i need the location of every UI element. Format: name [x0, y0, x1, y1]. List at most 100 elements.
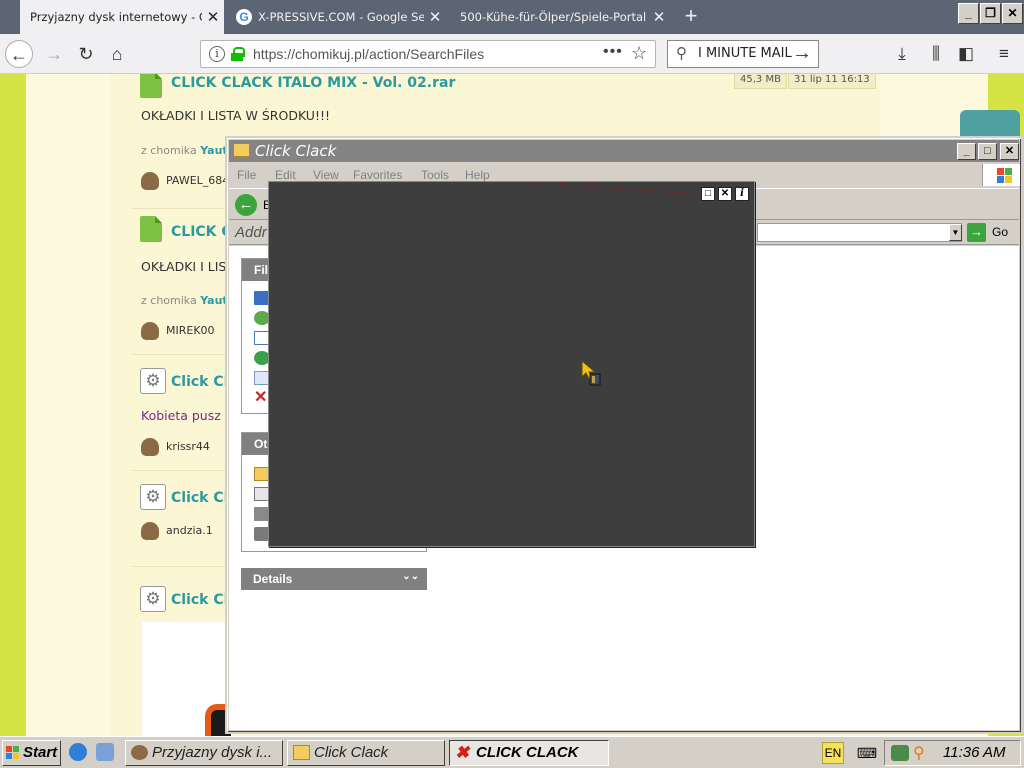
result-description: OKŁADKI I LIS [141, 259, 227, 274]
explorer-minimize-button[interactable]: _ [957, 143, 976, 160]
lock-icon [231, 47, 245, 61]
search-text: I MINUTE MAIL [698, 46, 792, 61]
uploader[interactable]: MIREK00 [141, 322, 215, 340]
tab-title: X-PRESSIVE.COM - Google Search [258, 10, 424, 24]
uploader-name: krissr44 [166, 440, 210, 453]
internet-explorer-icon[interactable] [69, 743, 87, 761]
result-title-link[interactable]: CLICK CLACK ITALO MIX - Vol. 02.rar [171, 75, 455, 91]
close-button[interactable]: ✕ [718, 187, 732, 201]
site-info-icon[interactable]: i [209, 46, 225, 62]
address-dropdown-icon[interactable]: ▼ [949, 224, 962, 241]
taskbar-item-browser[interactable]: Przyjazny dysk i... [125, 740, 283, 766]
task-label: Click Clack [314, 744, 389, 761]
taskbar-item-clickclack[interactable]: ✖ CLICK CLACK [449, 740, 609, 766]
uploader[interactable]: andzia.1 [141, 522, 213, 540]
menu-icon[interactable]: ≡ [990, 40, 1018, 68]
info-button[interactable]: i [735, 187, 749, 201]
minimize-button[interactable]: _ [958, 3, 979, 24]
search-icon: ⚲ [676, 45, 687, 62]
uploader[interactable]: PAWEL_684 [141, 172, 229, 190]
tab-google-search[interactable]: G X-PRESSIVE.COM - Google Search ✕ [226, 0, 446, 34]
from-user-link[interactable]: Yaut [200, 144, 227, 157]
keyboard-icon[interactable]: ⌨ [856, 745, 878, 761]
explorer-title-bar[interactable]: Click Clack _ □ ✕ [229, 140, 1019, 162]
downloads-icon[interactable]: ⤓ [888, 40, 916, 68]
taskbar-item-explorer[interactable]: Click Clack [287, 740, 445, 766]
tab-close-icon[interactable]: ✕ [648, 8, 670, 26]
google-icon: G [236, 9, 252, 25]
tab-close-icon[interactable]: ✕ [202, 8, 224, 26]
from-label: z chomika [141, 144, 197, 157]
explorer-maximize-button[interactable]: □ [978, 143, 997, 160]
search-bar[interactable]: ⚲ I MINUTE MAIL → [667, 40, 819, 68]
chevron-down-icon[interactable]: ⌄⌄ [402, 571, 419, 582]
avatar [141, 322, 159, 340]
search-tray-icon[interactable]: ⚲ [913, 743, 925, 763]
clickclack-title-area[interactable]: □ ✕ i [269, 182, 754, 204]
from-user-link[interactable]: Yaut [200, 294, 227, 307]
page-left-border [0, 74, 26, 736]
menu-help[interactable]: Help [465, 168, 490, 182]
explorer-close-button[interactable]: ✕ [1000, 143, 1019, 160]
maximize-button[interactable]: □ [701, 187, 715, 201]
logo-quadrant [13, 746, 19, 752]
address-label: Addr [235, 224, 267, 241]
reload-icon[interactable]: ↻ [72, 40, 100, 68]
uploader[interactable]: krissr44 [141, 438, 210, 456]
url-text: https://chomikuj.pl/action/SearchFiles [253, 46, 485, 62]
logo-quadrant [6, 746, 12, 752]
restore-button[interactable]: ❐ [980, 3, 1001, 24]
clock[interactable]: 11:36 AM [943, 744, 1006, 761]
details-panel-header[interactable]: Details ⌄⌄ [241, 568, 427, 590]
system-tray: ⚲ 11:36 AM [884, 740, 1021, 766]
home-icon[interactable]: ⌂ [103, 40, 131, 68]
tab-spiele-portal[interactable]: 500-Kühe-für-Ölper/Spiele-Portal ✕ [450, 0, 670, 34]
new-tab-button[interactable]: + [678, 4, 704, 30]
task-label: Przyjazny dysk i... [152, 744, 273, 761]
menu-favorites[interactable]: Favorites [353, 168, 402, 182]
file-icon [140, 216, 162, 242]
taskbar: Start Przyjazny dysk i... Click Clack ✖ … [0, 736, 1024, 768]
details-label: Details [253, 572, 293, 586]
from-label: z chomika [141, 294, 197, 307]
url-bar[interactable]: i https://chomikuj.pl/action/SearchFiles… [200, 40, 656, 68]
from-folder-text: z chomika Yaut [141, 144, 228, 157]
menu-file[interactable]: File [237, 168, 256, 182]
page-actions-icon[interactable]: ••• [603, 43, 623, 61]
library-icon[interactable]: ⫼ [922, 40, 950, 68]
menu-tools[interactable]: Tools [421, 168, 449, 182]
tab-title: 500-Kühe-für-Ölper/Spiele-Portal [460, 10, 647, 24]
go-arrow-icon[interactable]: → [967, 223, 986, 242]
gear-icon: ⚙ [140, 586, 166, 612]
back-arrow-icon[interactable]: ← [5, 40, 33, 68]
menu-view[interactable]: View [313, 168, 339, 182]
bookmark-star-icon[interactable]: ☆ [631, 43, 647, 64]
forward-arrow-icon[interactable]: → [40, 40, 68, 68]
explorer-title: Click Clack [255, 142, 337, 160]
tab-chomikuj[interactable]: Przyjazny dysk internetowy - Chomikuj.pl… [20, 0, 224, 34]
uploader-name: andzia.1 [166, 524, 213, 537]
search-go-arrow-icon[interactable]: → [792, 42, 812, 65]
logo-quadrant [1005, 168, 1012, 175]
tab-close-icon[interactable]: ✕ [424, 8, 446, 26]
start-button[interactable]: Start [2, 740, 61, 766]
file-date: 31 lip 11 16:13 [788, 74, 876, 89]
language-indicator[interactable]: EN [822, 742, 844, 764]
clickclack-x-icon: ✖ [455, 743, 470, 762]
folder-icon [233, 143, 250, 157]
go-label[interactable]: Go [992, 225, 1008, 239]
address-input[interactable] [757, 223, 962, 242]
start-label: Start [23, 744, 58, 761]
file-size: 45,3 MB [734, 74, 787, 89]
tab-title: Przyjazny dysk internetowy - Chomikuj.pl [30, 10, 202, 24]
gear-icon: ⚙ [140, 484, 166, 510]
network-tray-icon[interactable] [891, 745, 909, 761]
result-description: OKŁADKI I LISTA W ŚRODKU!!! [141, 108, 330, 123]
close-button[interactable]: ✕ [1002, 3, 1023, 24]
menu-edit[interactable]: Edit [275, 168, 296, 182]
sidebar-icon[interactable]: ◧ [952, 40, 980, 68]
back-arrow-icon[interactable]: ← [235, 194, 257, 216]
windows-logo-icon [6, 746, 20, 760]
outlook-express-icon[interactable] [96, 743, 114, 761]
result-title-link[interactable]: CLICK C [171, 224, 232, 240]
